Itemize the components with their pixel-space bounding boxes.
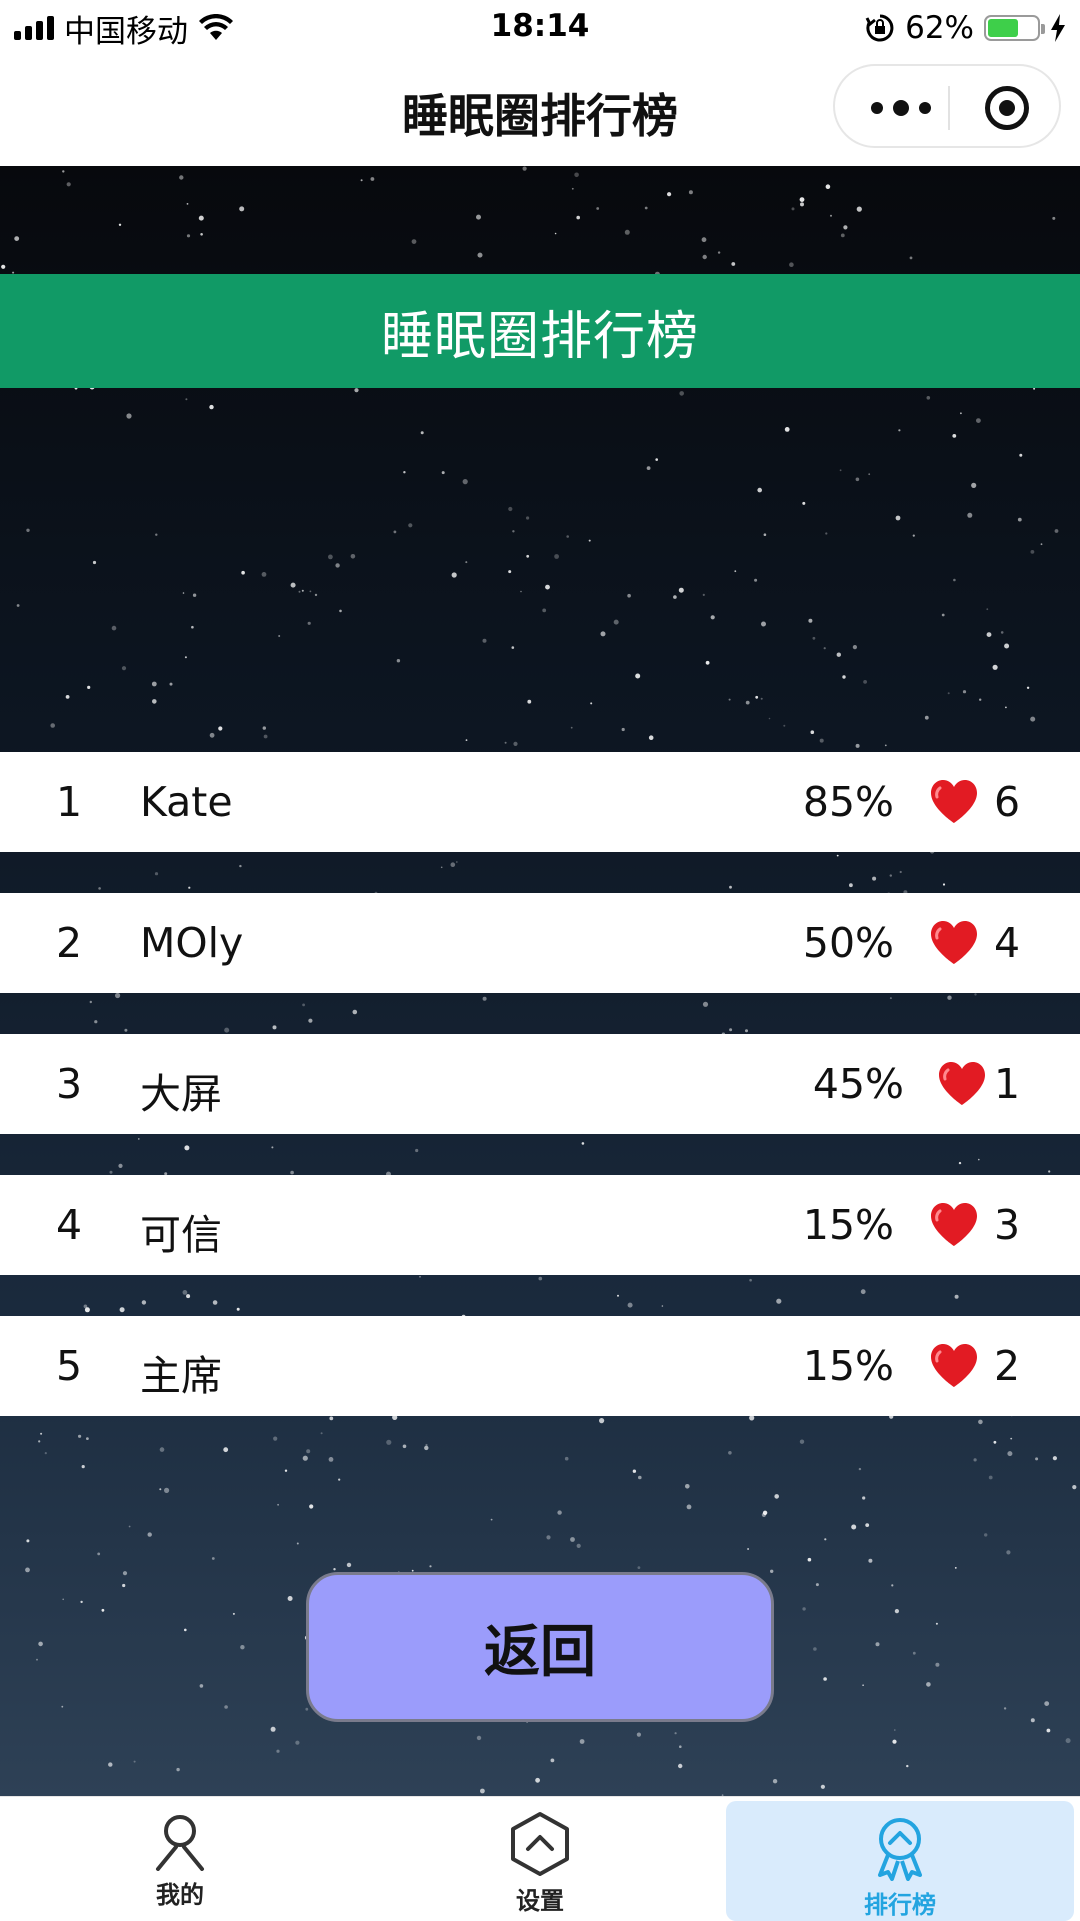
rank-number: 5: [56, 1342, 83, 1390]
sleep-percent: 15%: [802, 1342, 894, 1390]
like-count: 2: [994, 1342, 1021, 1390]
person-icon: [156, 1815, 204, 1871]
medal-icon: [878, 1818, 922, 1881]
rank-number: 2: [56, 919, 83, 967]
heart-icon[interactable]: [928, 1199, 980, 1251]
ranking-row: 4 可信 15% 3: [0, 1175, 1080, 1275]
status-right: 62%: [865, 8, 1066, 48]
banner-title: 睡眠圈排行榜: [0, 274, 1080, 388]
battery-icon: [984, 15, 1045, 41]
charging-icon: [1051, 14, 1065, 42]
tab-mine-label: 我的: [156, 1881, 204, 1909]
back-button[interactable]: 返回: [306, 1572, 774, 1722]
ranking-row: 1 Kate 85% 6: [0, 752, 1080, 852]
chevron-up-hexagon-icon: [511, 1812, 569, 1876]
like-count: 1: [994, 1060, 1021, 1108]
like-count: 3: [994, 1201, 1021, 1249]
heart-icon[interactable]: [928, 1340, 980, 1392]
like-count: 4: [994, 919, 1021, 967]
battery-percent: 62%: [905, 10, 974, 46]
mini-program-capsule: [833, 64, 1061, 148]
status-bar: 中国移动 18:14 62%: [0, 0, 1080, 54]
rotation-lock-icon: [865, 14, 894, 42]
ranking-row: 5 主席 15% 2: [0, 1316, 1080, 1416]
user-name: 可信: [140, 1211, 222, 1259]
heart-icon[interactable]: [928, 917, 980, 969]
ranking-row: 3 大屏 45% 1: [0, 1034, 1080, 1134]
rank-number: 4: [56, 1201, 83, 1249]
sleep-percent: 50%: [802, 919, 894, 967]
user-name: 大屏: [140, 1070, 222, 1118]
user-name: Kate: [140, 778, 233, 826]
sleep-percent: 15%: [802, 1201, 894, 1249]
heart-icon[interactable]: [928, 776, 980, 828]
nav-bar: 睡眠圈排行榜: [0, 54, 1080, 166]
tab-settings[interactable]: 设置: [360, 1797, 720, 1921]
battery-level: [988, 19, 1018, 37]
more-icon[interactable]: [871, 66, 931, 150]
sleep-percent: 45%: [812, 1060, 904, 1108]
ranking-row: 2 MOly 50% 4: [0, 893, 1080, 993]
user-name: 主席: [140, 1352, 222, 1400]
user-name: MOly: [140, 919, 244, 967]
like-count: 6: [994, 778, 1021, 826]
rank-number: 3: [56, 1060, 83, 1108]
tab-ranking-label: 排行榜: [864, 1891, 936, 1919]
tab-mine[interactable]: 我的: [0, 1797, 360, 1921]
heart-icon[interactable]: [936, 1058, 988, 1110]
rank-number: 1: [56, 778, 83, 826]
tab-settings-label: 设置: [516, 1887, 564, 1915]
tab-bar: 我的 设置 排行榜: [0, 1796, 1080, 1921]
tab-ranking[interactable]: 排行榜: [726, 1801, 1074, 1921]
close-target-icon[interactable]: [985, 86, 1029, 130]
sleep-percent: 85%: [802, 778, 894, 826]
